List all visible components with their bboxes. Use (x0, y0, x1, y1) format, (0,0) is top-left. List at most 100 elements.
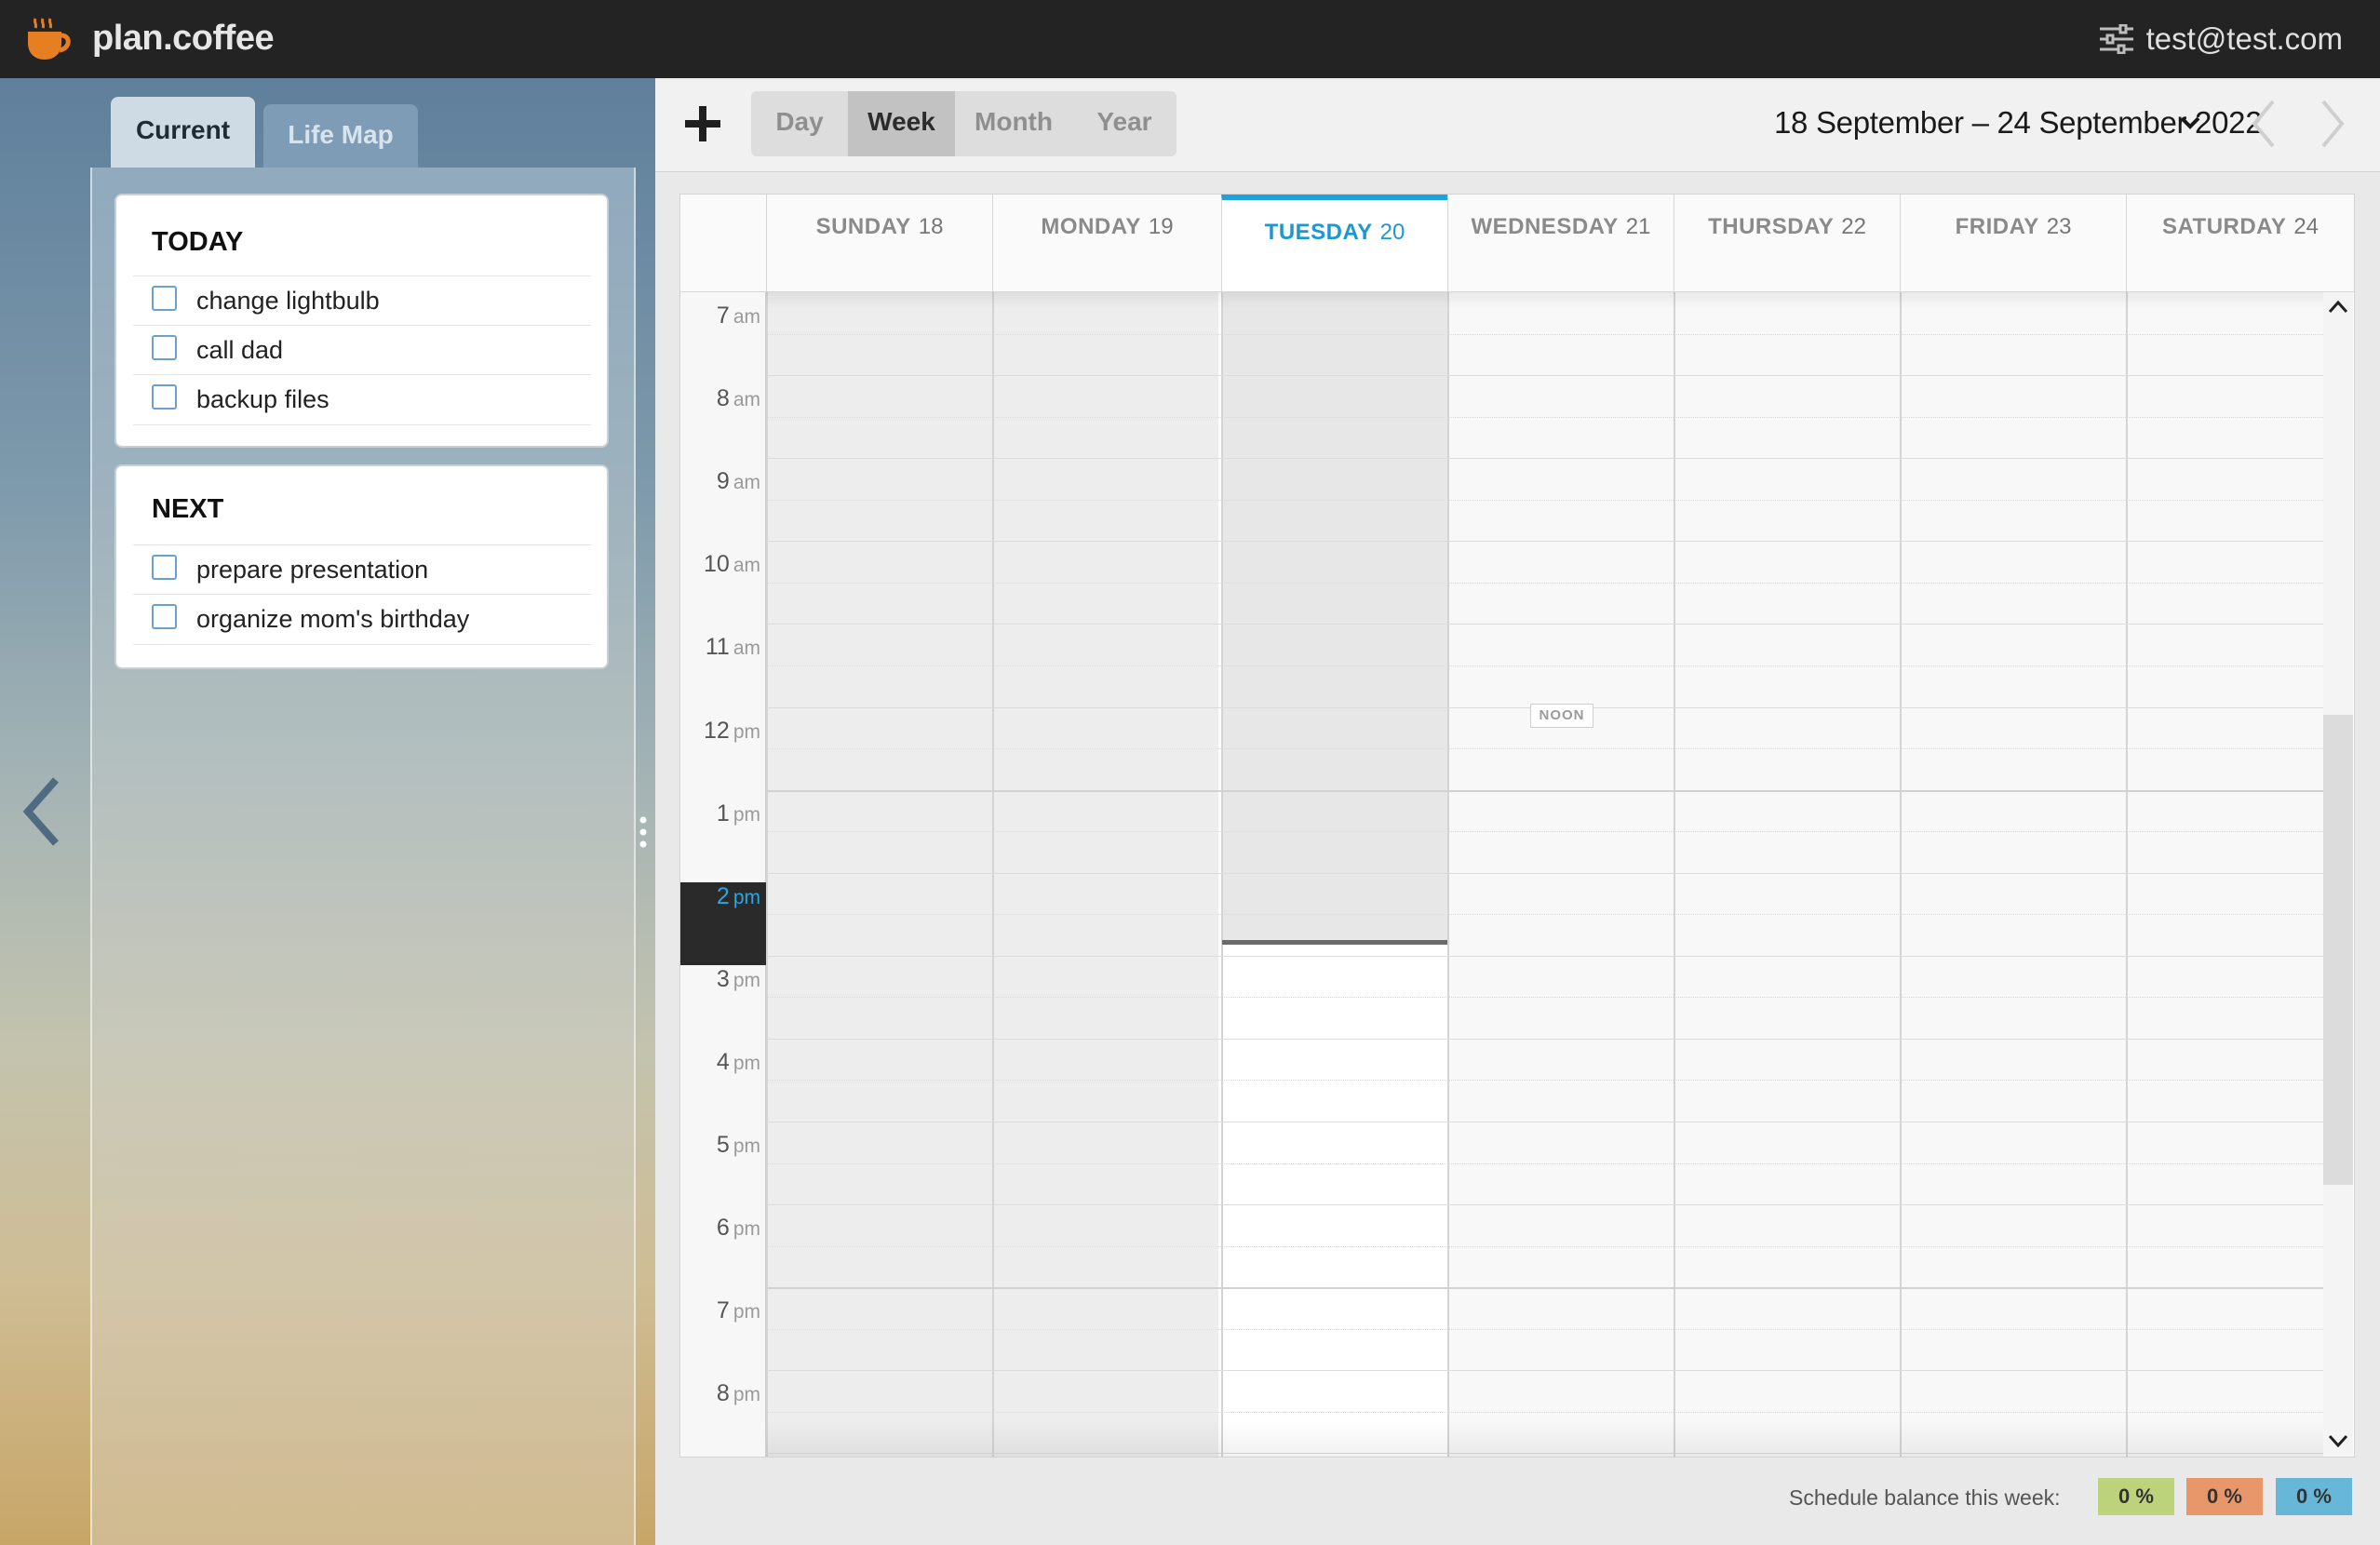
hour-label: 2 pm (680, 882, 760, 912)
hour-gridline (766, 1287, 2323, 1289)
hour-suffix: am (733, 472, 760, 493)
hour-number: 12 (704, 718, 730, 744)
user-email[interactable]: test@test.com (2146, 19, 2343, 60)
day-name: SATURDAY (2161, 214, 2287, 239)
hour-label: 4 pm (680, 1048, 760, 1078)
chevron-left-icon[interactable] (20, 774, 63, 849)
hour-suffix: pm (733, 804, 760, 826)
hour-suffix: pm (733, 1218, 760, 1240)
today-title: TODAY (152, 227, 244, 257)
balance-badge-orange: 0 % (2186, 1478, 2263, 1515)
hour-label: 8 pm (680, 1379, 760, 1409)
hour-suffix: pm (733, 1301, 760, 1323)
hour-suffix: pm (733, 887, 760, 908)
chevron-right-icon[interactable] (2319, 99, 2346, 149)
tab-current[interactable]: Current (111, 97, 255, 168)
task-label[interactable]: backup files (196, 383, 329, 415)
view-month-button[interactable]: Month (955, 91, 1072, 156)
hour-suffix: pm (733, 1135, 760, 1157)
task-checkbox[interactable] (152, 384, 177, 410)
day-header-monday[interactable]: MONDAY 19 (992, 195, 1221, 291)
day-name: FRIDAY (1955, 214, 2039, 239)
day-column-tuesday[interactable] (1221, 292, 1447, 1457)
hour-suffix: pm (733, 1053, 760, 1074)
day-header-thursday[interactable]: THURSDAY 22 (1674, 195, 1900, 291)
hour-suffix: pm (733, 970, 760, 991)
hour-suffix: pm (733, 1384, 760, 1405)
day-header-friday[interactable]: FRIDAY 23 (1900, 195, 2126, 291)
hour-number: 7 (716, 302, 730, 329)
day-number: 23 (2046, 214, 2072, 239)
hour-suffix: am (733, 306, 760, 328)
hour-label: 1 pm (680, 799, 760, 829)
day-header-tuesday[interactable]: TUESDAY 20 (1221, 195, 1447, 291)
hour-gridline (766, 624, 2323, 625)
day-column-saturday[interactable] (2126, 292, 2323, 1457)
plus-icon[interactable] (683, 104, 722, 143)
task-item[interactable]: prepare presentation (133, 544, 591, 595)
coffee-cup-icon[interactable] (22, 15, 76, 61)
hour-number: 2 (716, 883, 730, 909)
day-column-thursday[interactable] (1674, 292, 1900, 1457)
day-header-sunday[interactable]: SUNDAY 18 (766, 195, 992, 291)
task-checkbox[interactable] (152, 604, 177, 629)
hour-suffix: am (733, 389, 760, 410)
task-checkbox[interactable] (152, 335, 177, 360)
chevron-left-icon[interactable] (2251, 99, 2277, 149)
view-year-button[interactable]: Year (1072, 91, 1177, 156)
scrollbar-thumb[interactable] (2323, 715, 2353, 1185)
hour-number: 1 (716, 800, 730, 826)
app-name[interactable]: plan.coffee (92, 17, 275, 60)
task-checkbox[interactable] (152, 286, 177, 311)
view-day-button[interactable]: Day (751, 91, 848, 156)
task-label[interactable]: call dad (196, 334, 283, 366)
task-checkbox[interactable] (152, 555, 177, 580)
hour-gridline (766, 458, 2323, 459)
sliders-icon[interactable] (2100, 24, 2133, 54)
hour-gridline (766, 375, 2323, 376)
day-name: SUNDAY (815, 214, 911, 239)
task-label[interactable]: prepare presentation (196, 554, 428, 585)
task-item[interactable]: change lightbulb (133, 275, 591, 326)
hour-number: 8 (716, 1380, 730, 1406)
day-column-sunday[interactable] (766, 292, 992, 1457)
task-label[interactable]: change lightbulb (196, 285, 380, 316)
hour-gridline (766, 873, 2323, 874)
task-item[interactable]: backup files (133, 374, 591, 425)
balance-badge-green: 0 % (2098, 1478, 2174, 1515)
schedule-balance-label: Schedule balance this week: (1789, 1485, 2061, 1510)
hour-label: 10 am (680, 550, 760, 580)
day-name: THURSDAY (1708, 214, 1835, 239)
half-hour-gridline (766, 583, 2323, 584)
hour-gridline (766, 1039, 2323, 1040)
day-column-wednesday[interactable] (1447, 292, 1674, 1457)
day-number: 21 (1625, 214, 1651, 239)
next-title: NEXT (152, 494, 224, 524)
hour-label: 8 am (680, 384, 760, 414)
resize-grip-icon[interactable] (639, 815, 648, 849)
hour-label: 3 pm (680, 965, 760, 995)
view-week-button[interactable]: Week (848, 91, 955, 156)
hour-number: 6 (716, 1215, 730, 1241)
task-label[interactable]: organize mom's birthday (196, 603, 469, 635)
hour-label: 12 pm (680, 717, 760, 746)
hour-gridline (766, 790, 2323, 792)
tab-life-map[interactable]: Life Map (263, 104, 418, 168)
hour-gridline (766, 956, 2323, 957)
hour-gridline (766, 541, 2323, 542)
scroll-up-icon[interactable] (2327, 298, 2349, 316)
hour-number: 9 (716, 468, 730, 494)
day-header-wednesday[interactable]: WEDNESDAY 21 (1447, 195, 1674, 291)
scroll-down-icon[interactable] (2327, 1431, 2349, 1450)
day-name: TUESDAY (1264, 220, 1373, 245)
day-column-friday[interactable] (1900, 292, 2126, 1457)
hour-suffix: am (733, 638, 760, 659)
chevron-down-icon[interactable] (2180, 115, 2200, 130)
half-hour-gridline (766, 1246, 2323, 1247)
day-header-saturday[interactable]: SATURDAY 24 (2126, 195, 2354, 291)
task-item[interactable]: organize mom's birthday (133, 594, 591, 645)
current-time-line (1222, 940, 1447, 945)
day-column-monday[interactable] (992, 292, 1218, 1457)
task-item[interactable]: call dad (133, 325, 591, 375)
hour-label: 7 am (680, 302, 760, 331)
